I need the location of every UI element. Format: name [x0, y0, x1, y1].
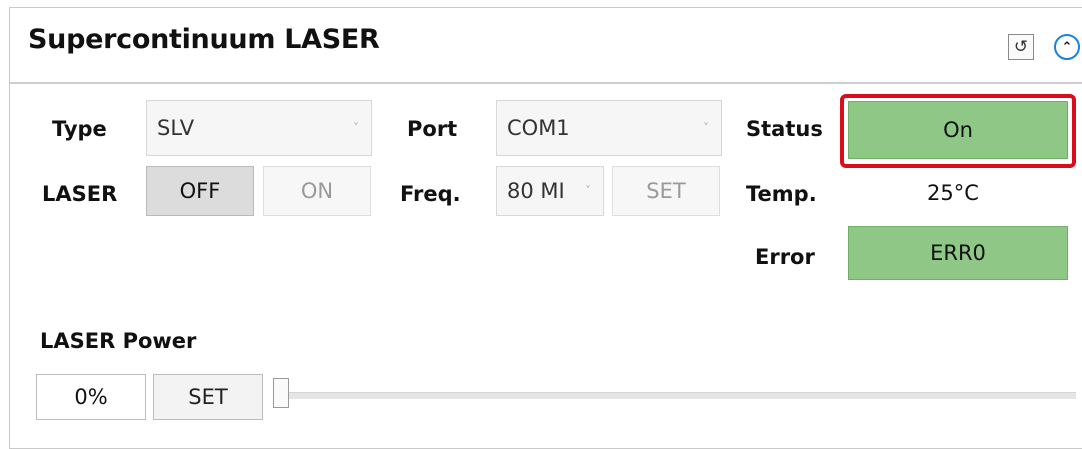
temp-label: Temp.	[746, 182, 817, 206]
header-divider	[10, 82, 1082, 84]
panel-title: Supercontinuum LASER	[28, 24, 380, 55]
type-select[interactable]: SLV ˅	[146, 100, 372, 156]
power-slider-handle[interactable]	[273, 378, 289, 408]
type-value: SLV	[157, 116, 195, 140]
port-select[interactable]: COM1 ˅	[496, 100, 722, 156]
laser-power-label: LASER Power	[40, 329, 197, 353]
laser-off-button[interactable]: OFF	[146, 166, 254, 216]
error-label: Error	[755, 245, 815, 269]
power-set-button[interactable]: SET	[153, 374, 263, 420]
temp-value: 25°C	[927, 181, 979, 205]
refresh-icon[interactable]: ↺	[1008, 34, 1034, 60]
power-value-field[interactable]: 0%	[36, 374, 146, 420]
type-label: Type	[52, 117, 107, 141]
chevron-down-icon: ˅	[703, 121, 709, 135]
laser-label: LASER	[42, 182, 118, 206]
collapse-icon[interactable]: ⌃	[1054, 34, 1080, 60]
port-label: Port	[407, 117, 458, 141]
freq-value: 80 MI	[507, 179, 565, 203]
chevron-down-icon: ˅	[585, 184, 591, 198]
freq-label: Freq.	[400, 182, 461, 206]
laser-on-button[interactable]: ON	[263, 166, 371, 216]
chevron-down-icon: ˅	[353, 121, 359, 135]
freq-select[interactable]: 80 MI ˅	[496, 166, 604, 216]
status-label: Status	[746, 117, 823, 141]
error-indicator: ERR0	[848, 226, 1068, 280]
freq-set-button[interactable]: SET	[612, 166, 720, 216]
status-indicator: On	[848, 101, 1068, 159]
port-value: COM1	[507, 116, 570, 140]
power-slider-track[interactable]	[276, 392, 1076, 399]
